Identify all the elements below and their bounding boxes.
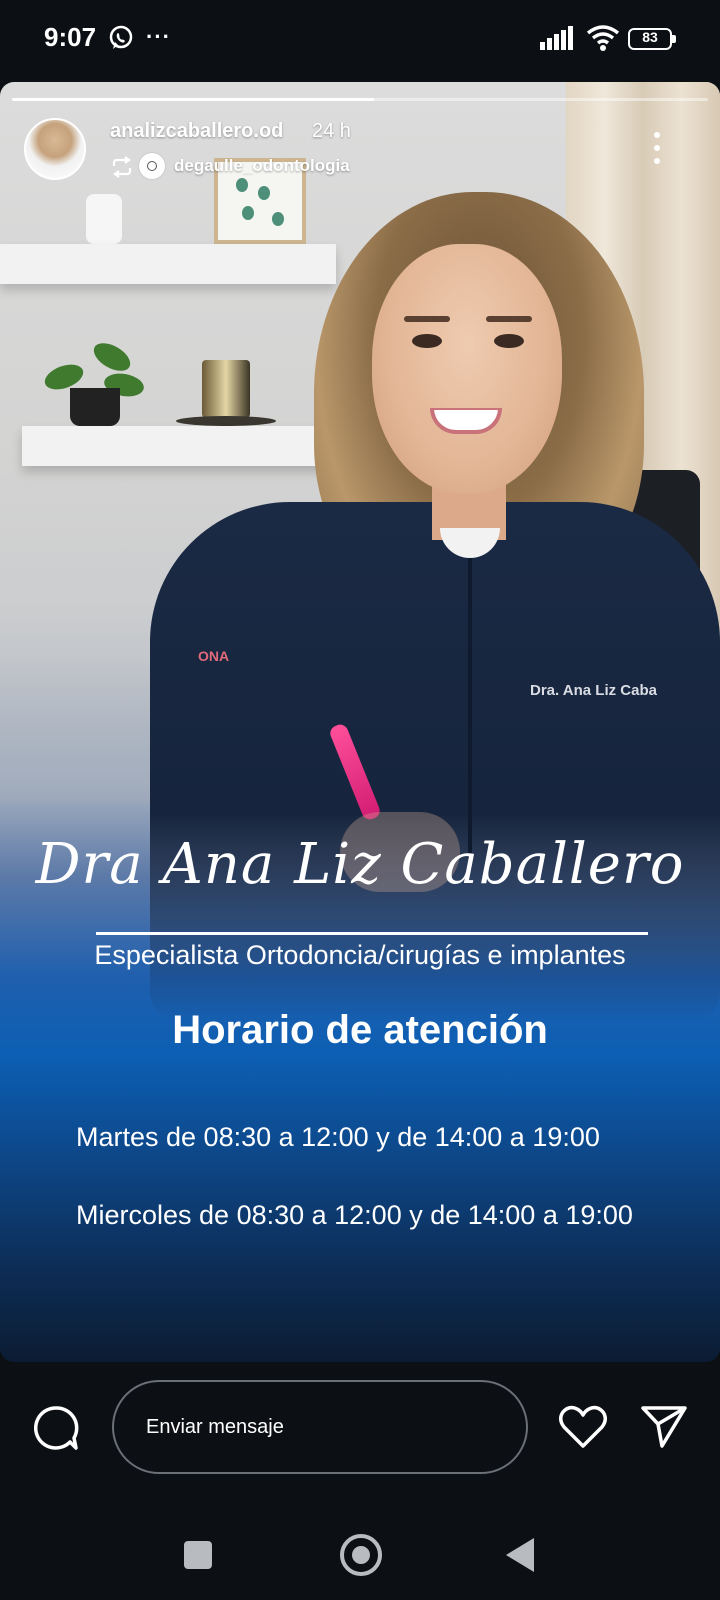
candle-tray-image: [176, 416, 276, 426]
recents-button[interactable]: [184, 1541, 212, 1569]
story-progress-fill: [12, 98, 374, 101]
story-progress-bar: [12, 98, 708, 101]
send-icon[interactable]: [640, 1404, 688, 1448]
person-face: [372, 244, 562, 494]
name-underline: [96, 932, 648, 935]
plant-pot-image: [70, 388, 120, 426]
back-button[interactable]: [506, 1538, 534, 1572]
battery-percent: 83: [642, 29, 658, 45]
person-eyebrow: [404, 316, 450, 322]
wall-shelf: [0, 244, 336, 284]
story-timestamp: 24 h: [312, 120, 351, 142]
comment-icon[interactable]: [32, 1404, 80, 1452]
specialty-text: Especialista Ortodoncia/cirugías e impla…: [94, 940, 626, 970]
sleeve-logo: ONA: [198, 648, 230, 664]
hours-title: Horario de atención: [172, 1008, 548, 1052]
jacket-zipper: [468, 558, 472, 858]
person-eyebrow: [486, 316, 532, 322]
doctor-name-title: Dra Ana Liz Caballero: [35, 832, 685, 897]
vase-image: [86, 194, 122, 244]
schedule-line: Miercoles de 08:30 a 12:00 y de 14:00 a …: [76, 1200, 633, 1230]
battery-cap: [672, 35, 676, 43]
story-username[interactable]: analizcaballero.od: [110, 120, 283, 143]
whatsapp-icon: [109, 25, 133, 49]
status-bar: 9:07 ··· 83: [0, 0, 720, 80]
person-eye: [412, 334, 442, 348]
wifi-icon: [586, 25, 620, 51]
more-vertical-icon[interactable]: [648, 130, 668, 166]
plant-leaf: [89, 337, 135, 377]
repost-avatar[interactable]: [138, 152, 166, 180]
status-time: 9:07: [44, 22, 97, 52]
heart-icon[interactable]: [558, 1404, 608, 1450]
schedule-line: Martes de 08:30 a 12:00 y de 14:00 a 19:…: [76, 1122, 600, 1152]
wall-shelf: [22, 426, 336, 466]
more-dots-icon: ···: [146, 24, 171, 49]
avatar[interactable]: [24, 118, 86, 180]
repost-icon: [112, 156, 132, 178]
message-input[interactable]: [112, 1380, 528, 1474]
signal-icon: [540, 26, 573, 50]
battery-icon: 83: [628, 28, 676, 50]
home-button[interactable]: [340, 1534, 382, 1576]
jacket-embroidery: Dra. Ana Liz Caba: [530, 682, 657, 699]
person-eye: [494, 334, 524, 348]
story-card[interactable]: Dra. Ana Liz Caba ONA Dra Ana Liz Caball…: [0, 82, 720, 1362]
candle-image: [202, 360, 250, 418]
repost-username[interactable]: degaulle_odontologia: [174, 156, 350, 176]
